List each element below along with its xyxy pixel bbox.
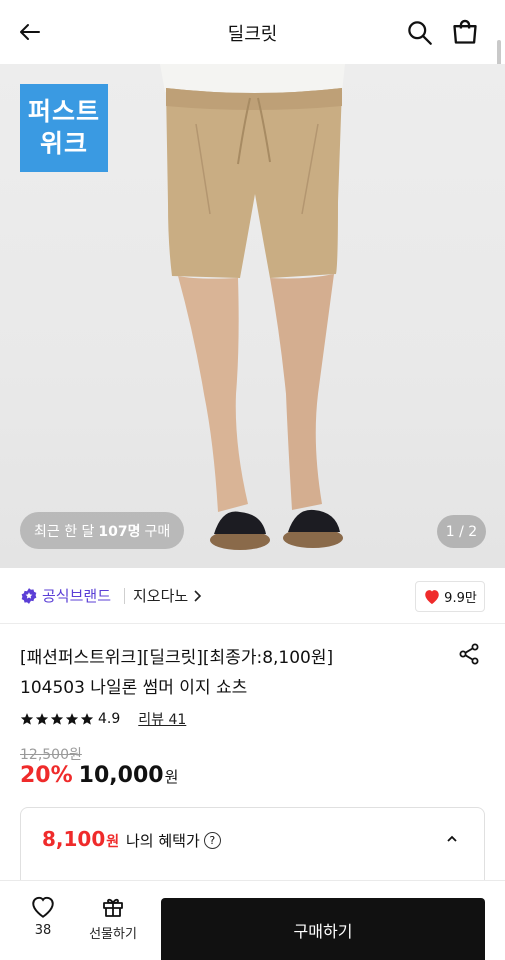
brand-divider [124, 588, 125, 604]
heart-outline-icon [32, 896, 54, 918]
benefit-currency: 원 [106, 834, 120, 850]
benefit-price-value: 8,100 [42, 827, 106, 851]
gift-icon [103, 898, 123, 917]
first-week-badge: 퍼스트 위크 [20, 84, 108, 172]
chevron-up-icon[interactable] [445, 832, 459, 846]
original-price: 12,500원 [20, 747, 82, 763]
star-rating [20, 712, 94, 726]
recent-purchase-pill: 최근 한 달 107명 구매 [20, 512, 185, 549]
brand-like-count: 9.9만 [444, 591, 477, 606]
price-row: 20% 10,000 원 [20, 763, 178, 788]
product-title-line-1: [패션퍼스트위크][딜크릿][최종가:8,100원] [20, 648, 334, 668]
help-icon[interactable]: ? [203, 832, 221, 849]
wishlist-button[interactable]: 38 [24, 895, 62, 938]
recent-prefix: 최근 한 달 [34, 523, 95, 540]
benefit-price: 8,100 원 [42, 827, 119, 851]
currency-unit: 원 [164, 768, 179, 786]
gift-button[interactable]: 선물하기 [82, 895, 144, 942]
shopping-bag-icon[interactable] [451, 18, 479, 46]
share-icon[interactable] [457, 642, 481, 666]
product-title-line-2: 104503 나일론 썸머 이지 쇼츠 [20, 678, 248, 698]
brand-like-button[interactable]: 9.9만 [415, 581, 485, 612]
gift-label: 선물하기 [89, 927, 137, 942]
top-app-bar: 딜크릿 [0, 0, 505, 135]
star-badge-icon [21, 587, 37, 604]
product-title: [패션퍼스트위크][딜크릿][최종가:8,100원] 104503 나일론 썸머… [20, 643, 440, 703]
brand-name: 지오다노 [133, 587, 189, 605]
search-icon[interactable] [406, 19, 433, 46]
brand-link[interactable]: 지오다노 [133, 585, 202, 606]
discount-rate: 20% [20, 763, 73, 788]
star-icon [50, 713, 64, 725]
image-pager: 1 / 2 [437, 515, 486, 548]
benefit-label: 나의 혜택가 ? [126, 830, 221, 851]
product-image-carousel[interactable]: 퍼스트 위크 최근 한 달 107명 구매 1 / 2 [0, 64, 505, 568]
heart-filled-icon [425, 590, 439, 604]
star-icon [35, 713, 49, 725]
bottom-action-bar: 38 선물하기 구매하기 [0, 880, 505, 960]
star-icon [80, 713, 94, 725]
star-icon [65, 713, 79, 725]
wishlist-count: 38 [34, 923, 52, 938]
buy-button[interactable]: 구매하기 [161, 898, 485, 960]
benefit-label-text: 나의 혜택가 [126, 832, 200, 850]
rating-row: 4.9 리뷰 41 [20, 709, 186, 729]
review-link[interactable]: 리뷰 41 [138, 709, 186, 729]
rating-value: 4.9 [98, 711, 121, 727]
official-brand-label: 공식브랜드 [42, 587, 112, 605]
sale-price: 10,000 [78, 763, 164, 788]
star-icon [20, 713, 34, 725]
badge-line-2: 위크 [39, 129, 88, 158]
recent-count: 107명 [98, 523, 141, 540]
brand-row: 공식브랜드 지오다노 9.9만 [0, 568, 505, 624]
recent-suffix: 구매 [144, 523, 171, 540]
badge-line-1: 퍼스트 [27, 97, 100, 126]
official-brand-badge: 공식브랜드 [20, 585, 111, 606]
chevron-right-icon [194, 589, 202, 602]
